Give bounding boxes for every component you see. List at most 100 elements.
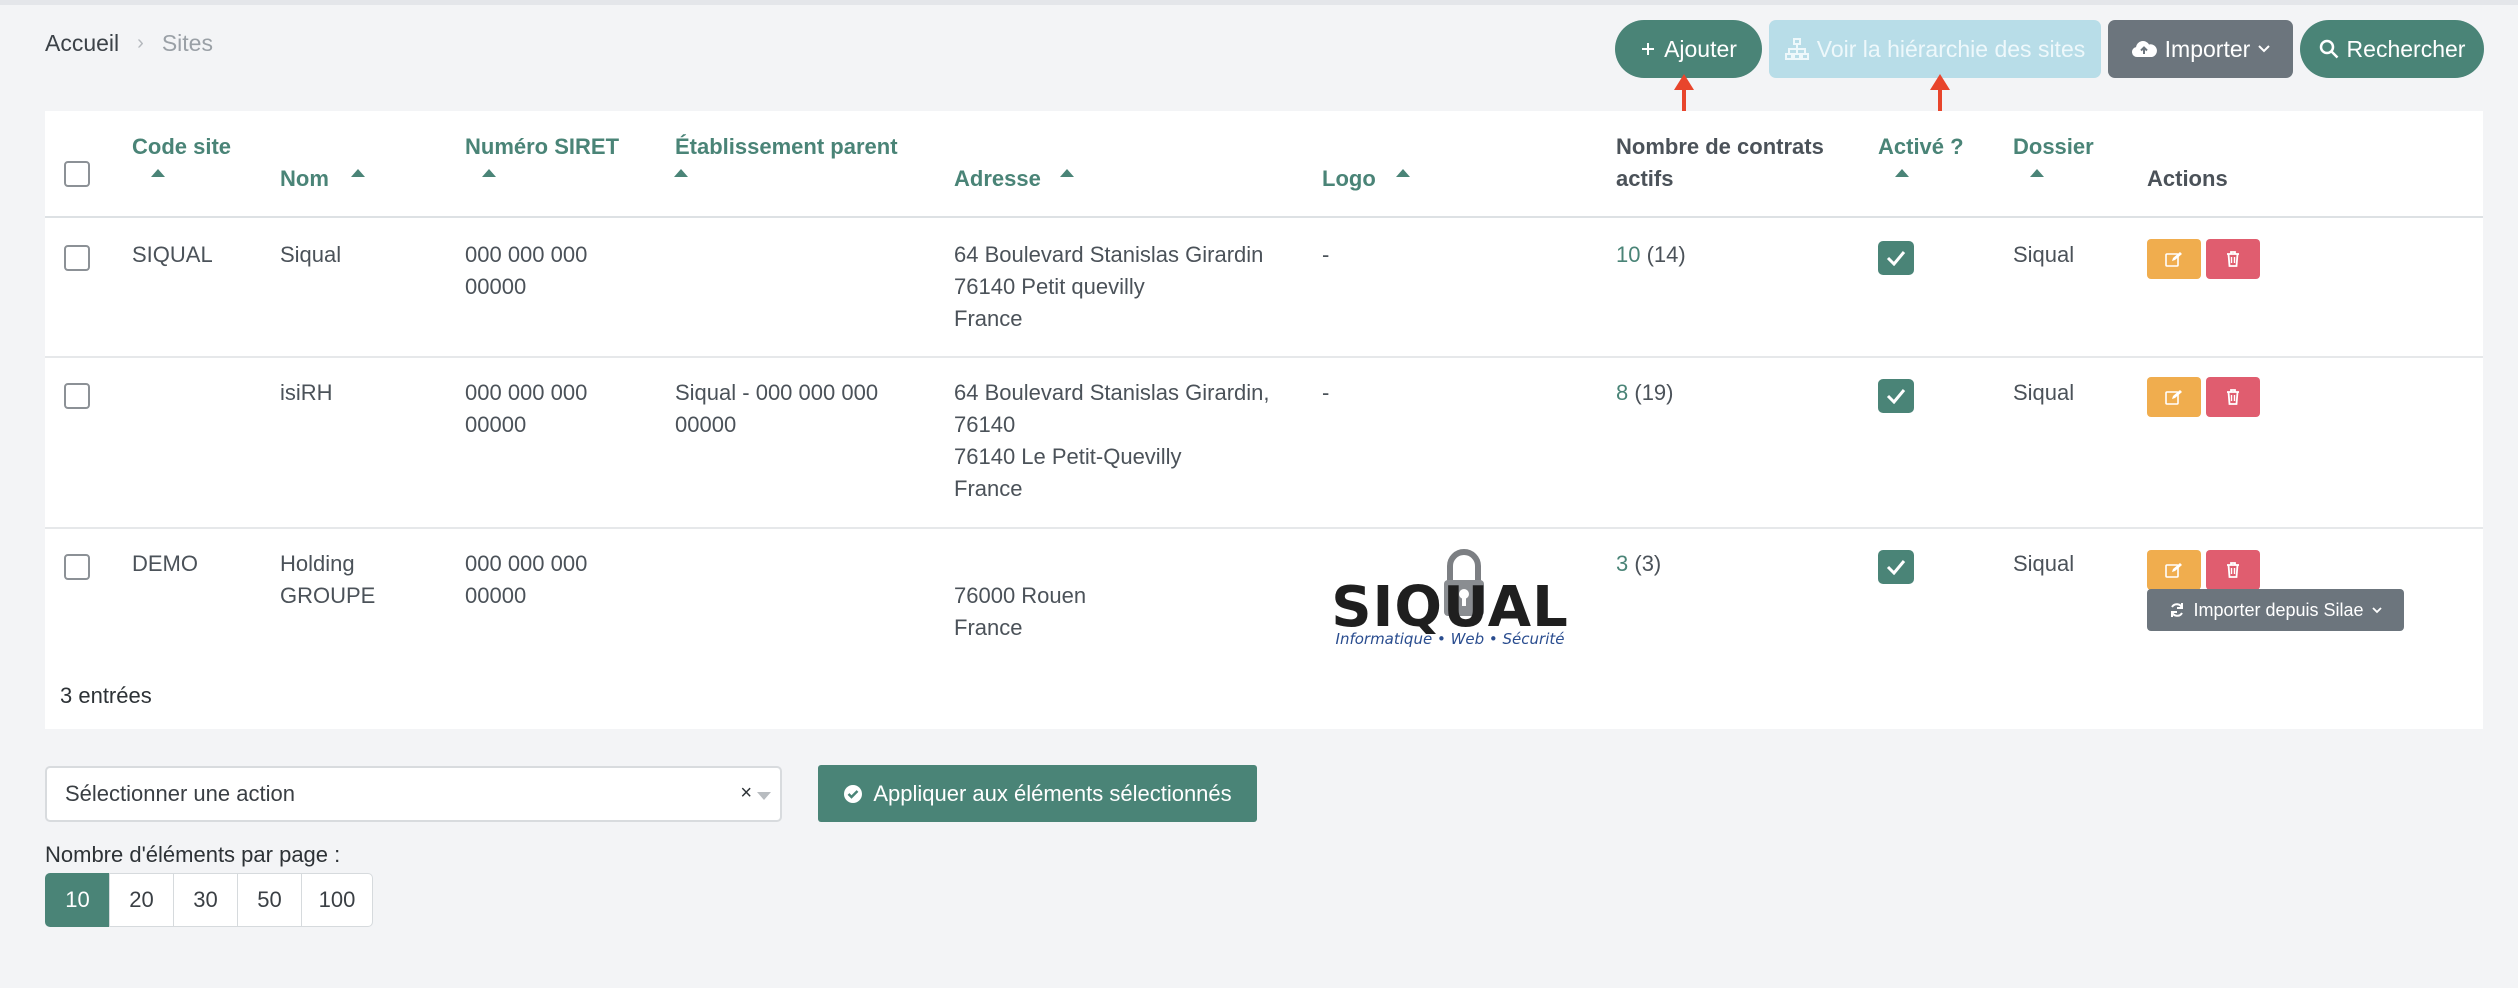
row-code: DEMO [132, 551, 198, 576]
sort-caret-siret[interactable] [482, 169, 496, 177]
breadcrumb-current: Sites [161, 30, 213, 56]
header-siret[interactable]: Numéro SIRET [465, 131, 619, 163]
edit-button[interactable] [2147, 239, 2201, 279]
add-button-label: Ajouter [1664, 35, 1737, 62]
row-adresse: 64 Boulevard Stanislas Girardin 76140 Pe… [954, 239, 1263, 335]
chevron-down-icon [2258, 45, 2271, 53]
row-parent: Siqual - 000 000 000 00000 [675, 377, 878, 441]
header-contrats-line1: Nombre de contrats [1616, 134, 1824, 159]
dropdown-caret-icon[interactable] [757, 792, 771, 800]
trash-icon [2227, 389, 2239, 405]
logo-tagline: Informatique • Web • Sécurité [1336, 630, 1565, 648]
row-active-checkbox[interactable] [1878, 379, 1914, 413]
breadcrumb-home[interactable]: Accueil [45, 30, 119, 57]
row-checkbox[interactable] [64, 245, 90, 271]
row-nom: Siqual [280, 239, 341, 271]
row-siret-line: 000 000 000 [465, 242, 588, 267]
row-adresse-line: 76000 Rouen [954, 583, 1087, 608]
row-nom-line: Holding [280, 551, 355, 576]
row-code: SIQUAL [132, 242, 213, 267]
import-dropdown-button[interactable]: Importer [2108, 20, 2293, 78]
row-contrats-total: (14) [1646, 242, 1686, 267]
per-page-option-50[interactable]: 50 [237, 873, 302, 927]
row-siret-line: 00000 [465, 412, 527, 437]
hierarchy-button[interactable]: Voir la hiérarchie des sites [1769, 20, 2101, 78]
per-page-selector: 10 20 30 50 100 [45, 873, 373, 927]
clear-selection-icon[interactable]: × [740, 782, 752, 805]
row-adresse: 76000 Rouen France [954, 548, 1086, 644]
header-divider [45, 216, 2483, 218]
row-adresse-line: France [954, 476, 1023, 501]
chevron-down-icon [2371, 606, 2382, 613]
cloud-upload-icon [2131, 41, 2157, 57]
siqual-logo: SIQUAL Informatique • Web • Sécurité [1331, 549, 1568, 648]
row-dossier: Siqual [2013, 551, 2075, 576]
row-logo: - [1322, 242, 1330, 267]
per-page-option-20[interactable]: 20 [109, 873, 174, 927]
row-contrats-actifs-link[interactable]: 3 [1616, 551, 1628, 576]
header-active[interactable]: Activé ? [1878, 131, 1964, 163]
sort-caret-logo[interactable] [1396, 169, 1410, 177]
row-contrats: 8 (19) [1616, 377, 1674, 409]
delete-button[interactable] [2206, 550, 2260, 590]
sort-caret-parent[interactable] [674, 169, 688, 177]
row-nom-line: GROUPE [280, 583, 376, 608]
edit-button[interactable] [2147, 377, 2201, 417]
import-silae-label: Importer depuis Silae [2193, 599, 2364, 620]
row-active-checkbox[interactable] [1878, 241, 1914, 275]
header-logo[interactable]: Logo [1322, 163, 1376, 195]
per-page-option-30[interactable]: 30 [173, 873, 238, 927]
apply-button-label: Appliquer aux éléments sélectionnés [873, 780, 1232, 806]
import-silae-dropdown[interactable]: Importer depuis Silae [2147, 589, 2404, 631]
header-code-site[interactable]: Code site [132, 131, 231, 163]
header-adresse[interactable]: Adresse [954, 163, 1041, 195]
per-page-option-100[interactable]: 100 [301, 873, 373, 927]
trash-icon [2227, 562, 2239, 578]
per-page-option-10[interactable]: 10 [45, 873, 110, 927]
row-contrats-total: (3) [1634, 551, 1662, 576]
sort-caret-dossier[interactable] [2030, 169, 2044, 177]
check-icon [1886, 560, 1906, 575]
row-siret-line: 00000 [465, 583, 527, 608]
row-dossier: Siqual [2013, 380, 2075, 405]
top-edge [0, 0, 2518, 5]
bulk-action-placeholder: Sélectionner une action [65, 781, 295, 806]
header-parent[interactable]: Établissement parent [675, 131, 898, 163]
row-active-checkbox[interactable] [1878, 550, 1914, 584]
bulk-action-select[interactable]: Sélectionner une action × [45, 766, 782, 822]
import-button-label: Importer [2164, 35, 2251, 62]
sort-caret-active[interactable] [1895, 169, 1909, 177]
check-circle-icon [844, 784, 863, 803]
sort-caret-adresse[interactable] [1060, 169, 1074, 177]
header-contrats-line2: actifs [1616, 166, 1674, 191]
row-checkbox[interactable] [64, 383, 90, 409]
row-checkbox[interactable] [64, 554, 90, 580]
add-button[interactable]: Ajouter [1615, 20, 1762, 78]
trash-icon [2227, 251, 2239, 267]
header-dossier[interactable]: Dossier [2013, 131, 2094, 163]
row-adresse-line: France [954, 306, 1023, 331]
row-contrats-actifs-link[interactable]: 10 [1616, 242, 1640, 267]
sort-caret-nom[interactable] [351, 169, 365, 177]
row-contrats-actifs-link[interactable]: 8 [1616, 380, 1628, 405]
header-nom[interactable]: Nom [280, 163, 329, 195]
breadcrumb-separator: › [137, 32, 144, 54]
header-actions: Actions [2147, 166, 2228, 191]
delete-button[interactable] [2206, 377, 2260, 417]
search-icon [2319, 39, 2338, 59]
row-adresse-line: 64 Boulevard Stanislas Girardin, [954, 380, 1270, 405]
row-nom: isiRH [280, 377, 333, 409]
row-adresse: 64 Boulevard Stanislas Girardin, 76140 7… [954, 377, 1270, 505]
row-divider [45, 356, 2483, 358]
edit-button[interactable] [2147, 550, 2201, 590]
apply-selected-button[interactable]: Appliquer aux éléments sélectionnés [818, 765, 1257, 822]
row-contrats-total: (19) [1634, 380, 1674, 405]
sort-caret-code[interactable] [151, 169, 165, 177]
search-button[interactable]: Rechercher [2300, 20, 2484, 78]
breadcrumb: Accueil › Sites [45, 30, 213, 57]
delete-button[interactable] [2206, 239, 2260, 279]
row-siret-line: 000 000 000 [465, 380, 588, 405]
row-nom-line: isiRH [280, 380, 333, 405]
select-all-checkbox[interactable] [64, 161, 90, 187]
entries-count: 3 entrées [60, 683, 152, 708]
